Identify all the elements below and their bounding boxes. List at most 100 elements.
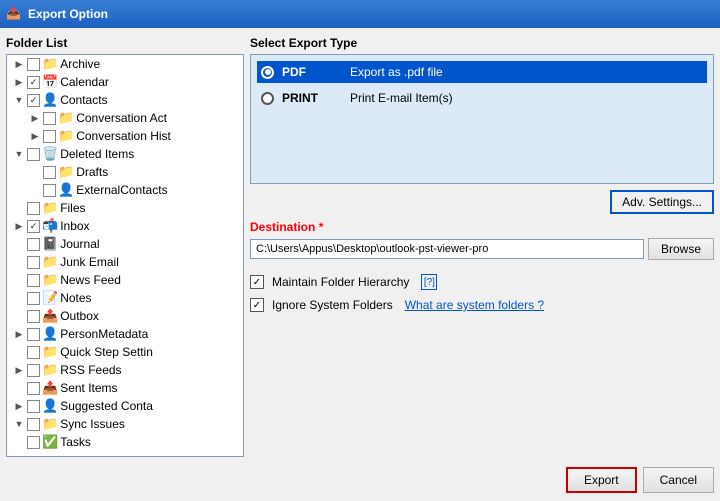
checkbox-drafts[interactable] (43, 166, 56, 179)
checkbox-sync-issues[interactable] (27, 418, 40, 431)
folder-icon-ext-contacts: 👤 (58, 182, 74, 198)
folder-icon-rss: 📁 (42, 362, 58, 378)
tree-item-outbox[interactable]: 📤 Outbox (7, 307, 243, 325)
checkbox-calendar[interactable] (27, 76, 40, 89)
export-option-pdf-name: PDF (282, 65, 342, 79)
export-type-section: Select Export Type PDF Export as .pdf fi… (250, 34, 714, 184)
checkbox-contacts[interactable] (27, 94, 40, 107)
expander-inbox[interactable]: ▶ (11, 221, 27, 232)
checkbox-deleted[interactable] (27, 148, 40, 161)
folder-icon-news-feed: 📁 (42, 272, 58, 288)
required-marker: * (319, 220, 324, 234)
export-option-print[interactable]: PRINT Print E-mail Item(s) (257, 87, 707, 109)
tree-item-inbox[interactable]: ▶ 📬 Inbox (7, 217, 243, 235)
export-button[interactable]: Export (566, 467, 637, 493)
checkbox-archive[interactable] (27, 58, 40, 71)
folder-name-outbox: Outbox (60, 309, 99, 323)
export-option-pdf-desc: Export as .pdf file (350, 65, 443, 79)
cancel-button[interactable]: Cancel (643, 467, 714, 493)
folder-icon-conv-act: 📁 (58, 110, 74, 126)
folder-icon-suggested: 👤 (42, 398, 58, 414)
export-option-pdf[interactable]: PDF Export as .pdf file (257, 61, 707, 83)
checkbox-outbox[interactable] (27, 310, 40, 323)
tree-item-junk[interactable]: 📁 Junk Email (7, 253, 243, 271)
tree-item-suggested[interactable]: ▶ 👤 Suggested Conta (7, 397, 243, 415)
browse-button[interactable]: Browse (648, 238, 714, 260)
checkbox-ext-contacts[interactable] (43, 184, 56, 197)
checkbox-notes[interactable] (27, 292, 40, 305)
folder-tree[interactable]: ▶ 📁 Archive ▶ 📅 Calendar ▼ 👤 Contacts (6, 54, 244, 457)
tree-item-sync-issues[interactable]: ▼ 📁 Sync Issues (7, 415, 243, 433)
adv-settings-button[interactable]: Adv. Settings... (610, 190, 714, 214)
tree-item-sent[interactable]: 📤 Sent Items (7, 379, 243, 397)
system-folders-help-link[interactable]: What are system folders ? (405, 298, 544, 312)
checkbox-junk[interactable] (27, 256, 40, 269)
expander-person-meta[interactable]: ▶ (11, 329, 27, 340)
destination-row: Browse (250, 238, 714, 260)
tree-item-person-meta[interactable]: ▶ 👤 PersonMetadata (7, 325, 243, 343)
folder-name-news-feed: News Feed (60, 273, 121, 287)
adv-btn-row: Adv. Settings... (250, 190, 714, 214)
tree-item-journal[interactable]: 📓 Journal (7, 235, 243, 253)
expander-contacts[interactable]: ▼ (11, 95, 27, 105)
tree-item-calendar[interactable]: ▶ 📅 Calendar (7, 73, 243, 91)
expander-calendar[interactable]: ▶ (11, 77, 27, 88)
checkbox-rss[interactable] (27, 364, 40, 377)
folder-name-files: Files (60, 201, 85, 215)
checkbox-ignore-system[interactable] (250, 298, 264, 312)
folder-icon-tasks: ✅ (42, 434, 58, 450)
tree-item-drafts[interactable]: 📁 Drafts (7, 163, 243, 181)
tree-item-quick-step[interactable]: 📁 Quick Step Settin (7, 343, 243, 361)
tree-item-rss[interactable]: ▶ 📁 RSS Feeds (7, 361, 243, 379)
folder-icon-files: 📁 (42, 200, 58, 216)
checkbox-inbox[interactable] (27, 220, 40, 233)
checkbox-conv-act[interactable] (43, 112, 56, 125)
folder-name-suggested: Suggested Conta (60, 399, 153, 413)
tree-item-news-feed[interactable]: 📁 News Feed (7, 271, 243, 289)
folder-name-deleted: Deleted Items (60, 147, 134, 161)
tree-item-deleted[interactable]: ▼ 🗑️ Deleted Items (7, 145, 243, 163)
expander-rss[interactable]: ▶ (11, 365, 27, 376)
checkbox-person-meta[interactable] (27, 328, 40, 341)
folder-icon-contacts: 👤 (42, 92, 58, 108)
ignore-system-label: Ignore System Folders (272, 298, 393, 312)
folder-name-sent: Sent Items (60, 381, 117, 395)
checkbox-conv-hist[interactable] (43, 130, 56, 143)
tree-item-files[interactable]: 📁 Files (7, 199, 243, 217)
tree-item-ext-contacts[interactable]: 👤 ExternalContacts (7, 181, 243, 199)
checkbox-news-feed[interactable] (27, 274, 40, 287)
checkbox-sent[interactable] (27, 382, 40, 395)
maintain-hierarchy-help[interactable]: [?] (421, 274, 437, 290)
expander-deleted[interactable]: ▼ (11, 149, 27, 159)
options-section: Maintain Folder Hierarchy [?] Ignore Sys… (250, 274, 714, 312)
checkbox-files[interactable] (27, 202, 40, 215)
expander-conv-hist[interactable]: ▶ (27, 131, 43, 142)
tree-item-notes[interactable]: 📝 Notes (7, 289, 243, 307)
tree-item-conv-act[interactable]: ▶ 📁 Conversation Act (7, 109, 243, 127)
checkbox-quick-step[interactable] (27, 346, 40, 359)
expander-archive[interactable]: ▶ (11, 59, 27, 70)
bottom-bar: Export Cancel (6, 463, 714, 495)
folder-list-label: Folder List (6, 34, 244, 52)
tree-item-contacts[interactable]: ▼ 👤 Contacts (7, 91, 243, 109)
tree-item-tasks[interactable]: ✅ Tasks (7, 433, 243, 451)
expander-suggested[interactable]: ▶ (11, 401, 27, 412)
folder-name-calendar: Calendar (60, 75, 109, 89)
radio-pdf[interactable] (261, 66, 274, 79)
folder-name-sync-issues: Sync Issues (60, 417, 125, 431)
folder-icon-calendar: 📅 (42, 74, 58, 90)
checkbox-tasks[interactable] (27, 436, 40, 449)
expander-sync-issues[interactable]: ▼ (11, 419, 27, 429)
checkbox-journal[interactable] (27, 238, 40, 251)
radio-print[interactable] (261, 92, 274, 105)
folder-name-person-meta: PersonMetadata (60, 327, 148, 341)
checkbox-suggested[interactable] (27, 400, 40, 413)
export-option-print-desc: Print E-mail Item(s) (350, 91, 453, 105)
tree-item-conv-hist[interactable]: ▶ 📁 Conversation Hist (7, 127, 243, 145)
destination-input[interactable] (250, 239, 644, 259)
checkbox-maintain-hierarchy[interactable] (250, 275, 264, 289)
tree-item-archive[interactable]: ▶ 📁 Archive (7, 55, 243, 73)
folder-name-junk: Junk Email (60, 255, 119, 269)
folder-icon-archive: 📁 (42, 56, 58, 72)
expander-conv-act[interactable]: ▶ (27, 113, 43, 124)
